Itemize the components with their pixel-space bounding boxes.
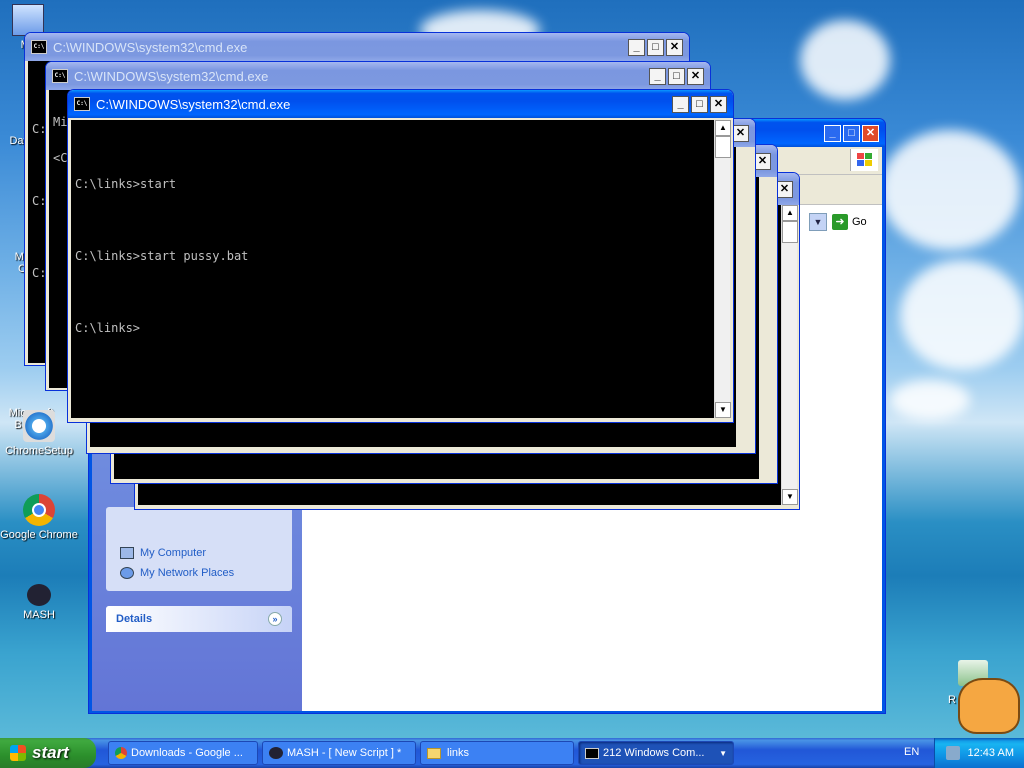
close-button[interactable]: ✕	[862, 124, 879, 142]
place-my-network[interactable]: My Network Places	[120, 563, 234, 583]
taskbar-item-label: Downloads - Google ...	[131, 747, 243, 759]
mash-icon	[269, 747, 283, 759]
console-line: C:\links>start pussy.bat	[75, 249, 249, 263]
go-button[interactable]: ➜ Go	[832, 213, 878, 231]
close-button[interactable]: ✕	[732, 124, 749, 142]
close-button[interactable]: ✕	[666, 38, 683, 56]
cmd-titlebar[interactable]: C:\ C:\WINDOWS\system32\cmd.exe _ □ ✕	[25, 33, 689, 61]
places-list: My Computer My Network Places	[120, 543, 234, 583]
minimize-button[interactable]: _	[824, 124, 841, 142]
close-button[interactable]: ✕	[710, 95, 727, 113]
vertical-scrollbar[interactable]: ▲ ▼	[714, 120, 731, 418]
console-output[interactable]: C:\links>start C:\links>start pussy.bat …	[71, 120, 715, 418]
place-my-computer[interactable]: My Computer	[120, 543, 234, 563]
desktop-icon-label: MASH	[23, 609, 55, 621]
cmd-title: C:\WINDOWS\system32\cmd.exe	[53, 39, 248, 55]
cmd-icon: C:\	[31, 40, 47, 54]
address-dropdown[interactable]: ▼	[809, 213, 827, 231]
taskbar-item-cmd-group[interactable]: 212 Windows Com... ▼	[578, 741, 734, 765]
cmd-titlebar[interactable]: C:\ C:\WINDOWS\system32\cmd.exe _ □ ✕	[46, 62, 710, 90]
start-label: start	[32, 743, 69, 762]
taskbar-item-mash[interactable]: MASH - [ New Script ] *	[262, 741, 416, 765]
close-button[interactable]: ✕	[776, 180, 793, 198]
vertical-scrollbar[interactable]: ▲ ▼	[781, 205, 798, 505]
maximize-button[interactable]: □	[843, 124, 860, 142]
scroll-down-arrow[interactable]: ▼	[715, 402, 731, 418]
desktop-icon-mash[interactable]: MASH	[0, 578, 79, 621]
taskbar-item-label: links	[447, 747, 470, 759]
taskbar-item-label: MASH - [ New Script ] *	[287, 747, 402, 759]
dropdown-arrow-icon: ▼	[719, 748, 727, 758]
maximize-button[interactable]: □	[647, 38, 664, 56]
chrome-icon	[115, 747, 127, 759]
go-label: Go	[852, 216, 867, 228]
desktop-icon-google-chrome[interactable]: Google Chrome	[0, 494, 79, 541]
go-arrow-icon: ➜	[832, 214, 848, 230]
windows-flag-icon	[850, 149, 878, 171]
maximize-button[interactable]: □	[691, 95, 708, 113]
scroll-thumb[interactable]	[715, 136, 731, 158]
start-button[interactable]: start	[0, 738, 96, 768]
scroll-thumb[interactable]	[782, 221, 798, 243]
minimize-button[interactable]: _	[672, 95, 689, 113]
cmd-window-active[interactable]: C:\ C:\WINDOWS\system32\cmd.exe _ □ ✕ C:…	[67, 89, 734, 423]
cat-mascot-icon	[958, 678, 1020, 734]
system-tray: 12:43 AM	[934, 738, 1024, 768]
details-header[interactable]: Details »	[106, 606, 292, 632]
mash-icon	[27, 584, 51, 606]
taskbar-item-downloads[interactable]: Downloads - Google ...	[108, 741, 258, 765]
taskbar-item-label: 212 Windows Com...	[603, 747, 705, 759]
close-button[interactable]: ✕	[754, 152, 771, 170]
desktop-icon-label: ChromeSetup	[5, 445, 73, 457]
taskbar-item-links[interactable]: links	[420, 741, 574, 765]
close-button[interactable]: ✕	[687, 67, 704, 85]
computer-icon	[120, 547, 134, 559]
cmd-icon	[585, 747, 599, 759]
minimize-button[interactable]: _	[628, 38, 645, 56]
taskbar: start Downloads - Google ... MASH - [ Ne…	[0, 738, 1024, 768]
folder-icon	[427, 747, 441, 759]
place-label: My Network Places	[140, 567, 235, 579]
console-line: C:\links>	[75, 321, 141, 335]
scroll-up-arrow[interactable]: ▲	[782, 205, 798, 221]
minimize-button[interactable]: _	[649, 67, 666, 85]
cmd-title: C:\WINDOWS\system32\cmd.exe	[74, 68, 269, 84]
scroll-up-arrow[interactable]: ▲	[715, 120, 731, 136]
recycle-bin-label: R	[948, 694, 956, 706]
console-line: C:\links>start	[75, 177, 177, 191]
language-indicator[interactable]: EN	[904, 746, 919, 758]
windows-logo-icon	[10, 745, 26, 761]
cmd-icon: C:\	[74, 97, 90, 111]
network-icon	[120, 567, 134, 579]
cmd-icon: C:\	[52, 69, 68, 83]
chevron-down-icon[interactable]: »	[268, 612, 282, 626]
chrome-icon	[23, 494, 55, 526]
network-tray-icon[interactable]	[945, 746, 960, 760]
desktop-icon-label: Google Chrome	[0, 529, 78, 541]
chrome-setup-icon	[23, 410, 55, 442]
scroll-down-arrow[interactable]: ▼	[782, 489, 798, 505]
cmd-titlebar[interactable]: C:\ C:\WINDOWS\system32\cmd.exe _ □ ✕	[68, 90, 733, 118]
cmd-title: C:\WINDOWS\system32\cmd.exe	[96, 96, 291, 112]
details-label: Details	[116, 613, 153, 625]
other-places-box: My Computer My Network Places	[106, 507, 292, 591]
details-box: Details »	[106, 606, 292, 632]
clock[interactable]: 12:43 AM	[968, 747, 1014, 759]
place-label: My Computer	[140, 547, 207, 559]
maximize-button[interactable]: □	[668, 67, 685, 85]
